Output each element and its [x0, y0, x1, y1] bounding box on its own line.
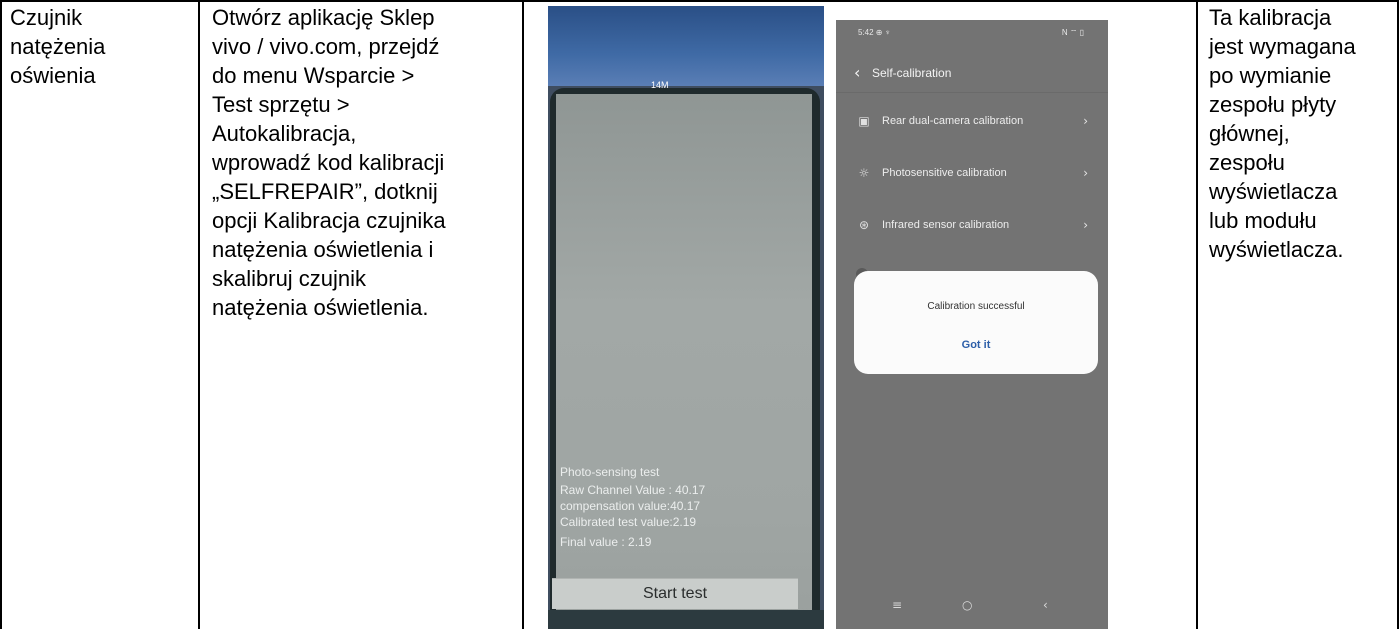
got-it-button[interactable]: Got it	[946, 335, 1006, 355]
sensor-icon: ⊛	[858, 218, 870, 232]
table-left-border	[0, 0, 2, 629]
calibrated-test-value: Calibrated test value:2.19	[560, 515, 697, 529]
list-item-infrared-sensor[interactable]: ⊛ Infrared sensor calibration ›	[836, 200, 1108, 250]
navigation-bar: ≡ ○ ‹	[836, 598, 1108, 622]
home-icon[interactable]: ○	[962, 598, 972, 612]
instructions-cell: Otwórz aplikację Sklep vivo / vivo.com, …	[212, 5, 446, 320]
page-title: Self-calibration	[872, 66, 952, 80]
sun-icon: ☼	[858, 166, 870, 180]
table-right-border	[1397, 0, 1399, 629]
success-dialog: Calibration successful Got it	[854, 271, 1098, 374]
test-device-photo: 14M Photo-sensing test Raw Channel Value…	[548, 6, 824, 629]
raw-channel-value: Raw Channel Value : 40.17	[560, 483, 706, 497]
app-header: ‹ Self-calibration	[836, 56, 1108, 90]
chevron-right-icon: ›	[1083, 166, 1088, 180]
phone-screen: Photo-sensing test Raw Channel Value : 4…	[556, 94, 812, 624]
back-icon[interactable]: ‹	[854, 56, 860, 90]
list-item-label: Infrared sensor calibration	[882, 219, 1010, 231]
test-title: Photo-sensing test	[560, 465, 660, 479]
column-divider	[522, 0, 524, 629]
dialog-message: Calibration successful	[927, 301, 1025, 312]
column-divider	[1196, 0, 1198, 629]
blue-tape	[548, 6, 824, 86]
list-item-label: Photosensitive calibration	[882, 167, 1007, 179]
column-divider	[198, 0, 200, 629]
sensor-name-cell: Czujnik natężenia oświenia	[10, 5, 106, 88]
chevron-right-icon: ›	[1083, 114, 1088, 128]
header-divider	[836, 92, 1108, 93]
status-bar: 5:42 ⊕ ♆ N ⌔ ▯	[836, 20, 1108, 46]
compensation-value: compensation value:40.17	[560, 499, 701, 513]
table-top-border	[0, 0, 1398, 2]
chevron-right-icon: ›	[1083, 218, 1088, 232]
list-item-photosensitive[interactable]: ☼ Photosensitive calibration ›	[836, 148, 1108, 198]
self-calibration-screenshot: 5:42 ⊕ ♆ N ⌔ ▯ ‹ Self-calibration ▣ Rear…	[836, 20, 1108, 629]
note-cell: Ta kalibracja jest wymagana po wymianie …	[1209, 5, 1356, 262]
status-icons: N ⌔ ▯	[1061, 28, 1084, 37]
list-item-label: Rear dual-camera calibration	[882, 115, 1024, 127]
list-item-rear-dual-camera[interactable]: ▣ Rear dual-camera calibration ›	[836, 96, 1108, 146]
back-nav-icon[interactable]: ‹	[1043, 598, 1048, 612]
camera-icon: ▣	[858, 114, 870, 128]
start-test-button[interactable]: Start test	[552, 578, 798, 609]
menu-icon[interactable]: ≡	[892, 598, 902, 612]
final-value: Final value : 2.19	[560, 535, 652, 549]
status-time: 5:42 ⊕ ♆	[858, 28, 891, 37]
device-base	[548, 610, 824, 629]
table: Czujnik natężenia oświenia Otwórz aplika…	[0, 0, 1400, 629]
